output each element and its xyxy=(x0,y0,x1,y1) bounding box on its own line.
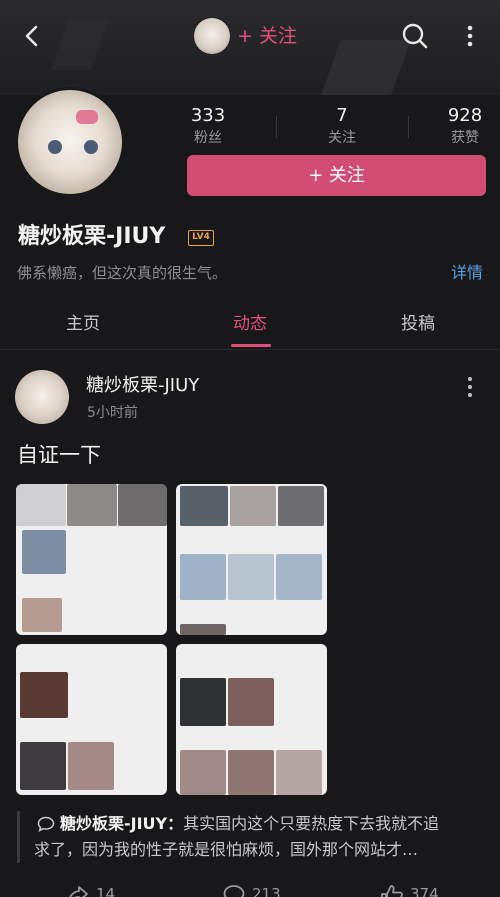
tab-home[interactable]: 主页 xyxy=(66,312,100,336)
post-text: 自证一下 xyxy=(17,443,101,467)
more-vertical-icon[interactable] xyxy=(462,22,478,50)
photo-placeholder xyxy=(180,554,226,600)
back-arrow-icon[interactable] xyxy=(18,22,46,50)
active-tab-indicator xyxy=(231,344,271,347)
share-count: 14 xyxy=(96,885,116,897)
top-bar: + 关注 xyxy=(0,0,500,72)
photo-placeholder xyxy=(16,484,66,526)
photo-placeholder xyxy=(180,486,228,526)
photo-placeholder xyxy=(180,624,226,635)
photo-placeholder xyxy=(22,598,62,632)
photo-placeholder xyxy=(68,742,114,790)
comment-preview[interactable]: 糖炒板栗-JIUY：其实国内这个只要热度下去我就不追 求了，因为我的性子就是很怕… xyxy=(17,811,487,863)
stat-divider xyxy=(276,116,277,138)
avatar-detail xyxy=(84,140,98,154)
photo-placeholder xyxy=(67,484,117,526)
photo-placeholder xyxy=(228,750,274,795)
profile-tabs: 主页 动态 投稿 xyxy=(0,300,500,350)
profile-username: 糖炒板栗-JIUY xyxy=(18,224,166,249)
avatar-detail xyxy=(76,110,98,124)
post-image[interactable] xyxy=(176,644,327,795)
search-icon[interactable] xyxy=(401,22,429,50)
photo-placeholder xyxy=(276,554,322,600)
post-author-avatar[interactable] xyxy=(15,370,69,424)
post-image[interactable] xyxy=(16,484,167,635)
post-action-bar: 14 213 374 xyxy=(0,878,500,897)
follow-button[interactable]: + 关注 xyxy=(187,155,486,196)
comment-line: 求了，因为我的性子就是很怕麻烦，国外那个网站才… xyxy=(34,840,419,859)
comment-text: 其实国内这个只要热度下去我就不追 xyxy=(183,814,440,833)
photo-placeholder xyxy=(228,554,274,600)
profile-stats: 333 粉丝 7 关注 928 获赞 xyxy=(140,104,490,150)
comment-line: 糖炒板栗-JIUY：其实国内这个只要热度下去我就不追 xyxy=(34,811,487,837)
post-image[interactable] xyxy=(176,484,327,635)
profile-detail-link[interactable]: 详情 xyxy=(451,262,483,284)
photo-placeholder xyxy=(278,486,324,526)
level-badge: LV4 xyxy=(188,230,214,246)
tab-submissions[interactable]: 投稿 xyxy=(401,312,435,336)
profile-avatar[interactable] xyxy=(15,87,125,197)
photo-placeholder xyxy=(180,750,226,795)
like-count: 374 xyxy=(410,885,439,897)
comment-icon xyxy=(223,885,245,897)
stat-value: 7 xyxy=(336,105,348,126)
comment-count: 213 xyxy=(252,885,281,897)
avatar-detail xyxy=(48,140,62,154)
tab-dynamics[interactable]: 动态 xyxy=(233,312,267,336)
header-follow-button[interactable]: + 关注 xyxy=(237,22,297,50)
like-icon xyxy=(381,885,403,897)
photo-placeholder xyxy=(22,530,66,574)
stat-divider xyxy=(408,116,409,138)
photo-placeholder xyxy=(20,672,68,718)
comment-bubble-icon xyxy=(37,816,55,832)
photo-placeholder xyxy=(230,486,276,526)
photo-placeholder xyxy=(228,678,274,726)
header-avatar[interactable] xyxy=(194,18,230,54)
stat-likes[interactable]: 928 获赞 xyxy=(415,104,500,148)
post-image[interactable] xyxy=(16,644,167,795)
photo-placeholder xyxy=(276,750,322,795)
stat-following[interactable]: 7 关注 xyxy=(292,104,392,148)
post-timestamp: 5小时前 xyxy=(87,405,138,421)
stat-label: 获赞 xyxy=(451,130,479,146)
stat-label: 关注 xyxy=(328,130,356,146)
post-author-name[interactable]: 糖炒板栗-JIUY xyxy=(86,374,199,398)
photo-placeholder xyxy=(118,484,167,526)
profile-bio: 佛系懒癌，但这次真的很生气。 xyxy=(17,264,228,282)
photo-placeholder xyxy=(20,742,66,790)
comment-author[interactable]: 糖炒板栗-JIUY： xyxy=(60,814,183,833)
photo-placeholder xyxy=(180,678,226,726)
share-icon xyxy=(69,886,88,897)
stat-label: 粉丝 xyxy=(194,130,222,146)
stat-value: 333 xyxy=(190,105,226,126)
stat-followers[interactable]: 333 粉丝 xyxy=(158,104,258,148)
post-more-icon[interactable] xyxy=(464,374,476,400)
stat-value: 928 xyxy=(447,105,483,126)
